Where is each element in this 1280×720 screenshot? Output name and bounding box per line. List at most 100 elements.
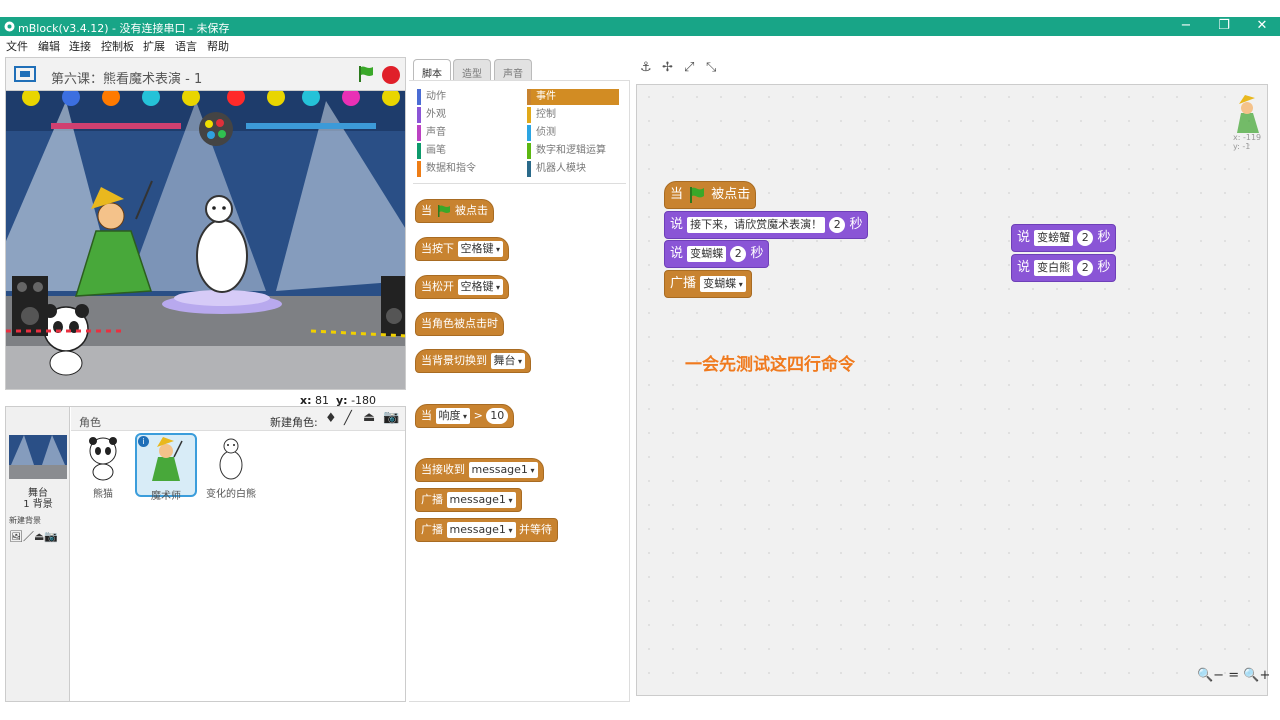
- maximize-button[interactable]: ❐: [1214, 18, 1234, 33]
- upload-sprite-icon[interactable]: ⏏: [363, 410, 375, 425]
- scripts-area[interactable]: x: -119 y: -1: [636, 84, 1268, 696]
- sensor-dropdown[interactable]: 响度: [435, 408, 471, 424]
- paint-backdrop-icon[interactable]: ／: [23, 530, 34, 543]
- stage-thumbnail[interactable]: [9, 435, 67, 479]
- sprite-thumb-polar-bear[interactable]: 变化的白熊: [200, 433, 262, 500]
- backdrop-count: 1 背景: [23, 499, 53, 510]
- sprite-name: 变化的白熊: [206, 489, 256, 500]
- script-when-flag-clicked[interactable]: 当 被点击: [664, 181, 757, 209]
- say-secs-4[interactable]: 2: [1077, 259, 1094, 276]
- palette-broadcast-and-wait[interactable]: 广播 message1 并等待: [415, 518, 558, 542]
- sprites-panel: 舞台 1 背景 新建背景 🖼／⏏📷 角色 新建角色: ♦ ╱ ⏏ 📷 熊猫 i …: [5, 406, 406, 702]
- palette-when-backdrop-switches[interactable]: 当背景切换到 舞台: [415, 349, 532, 373]
- say-text-field-1[interactable]: 接下来，请欣赏魔术表演！: [687, 216, 826, 233]
- sprite-position: x: -119 y: -1: [1233, 133, 1262, 151]
- duplicate-icon[interactable]: ⚓: [640, 60, 652, 75]
- palette-when-key-pressed[interactable]: 当按下 空格键: [415, 237, 510, 261]
- zoom-out-icon[interactable]: 🔍−: [1197, 668, 1224, 683]
- camera-backdrop-icon[interactable]: 📷: [44, 530, 58, 543]
- broadcast-wait-dropdown[interactable]: message1: [446, 522, 516, 538]
- sprite-thumb-magician[interactable]: i 魔术师: [135, 433, 197, 502]
- say-secs-3[interactable]: 2: [1077, 229, 1094, 246]
- script-broadcast-block[interactable]: 广播 变蝴蝶: [664, 270, 752, 298]
- broadcast-message-dropdown[interactable]: 变蝴蝶: [700, 275, 746, 292]
- script-say-block-1[interactable]: 说 接下来，请欣赏魔术表演！ 2 秒: [664, 211, 869, 239]
- menu-edit[interactable]: 编辑: [38, 38, 60, 54]
- minimize-button[interactable]: −: [1176, 18, 1196, 33]
- paint-sprite-icon[interactable]: ╱: [344, 411, 352, 426]
- backdrop-dropdown[interactable]: 舞台: [490, 353, 526, 369]
- script-say-block-4[interactable]: 说 变白熊 2 秒: [1011, 254, 1117, 282]
- category-pen[interactable]: 画笔: [417, 143, 521, 159]
- category-looks[interactable]: 外观: [417, 107, 521, 123]
- menu-board[interactable]: 控制板: [101, 38, 134, 54]
- say-secs-2[interactable]: 2: [730, 245, 747, 262]
- category-data[interactable]: 数据和指令: [417, 161, 521, 177]
- new-sprite-label: 新建角色:: [270, 416, 318, 429]
- tab-scripts[interactable]: 脚本: [413, 59, 451, 82]
- stage-canvas[interactable]: [5, 90, 406, 390]
- category-sound[interactable]: 声音: [417, 125, 521, 141]
- loudness-value[interactable]: 10: [486, 408, 509, 424]
- menu-file[interactable]: 文件: [6, 38, 28, 54]
- key-release-dropdown[interactable]: 空格键: [457, 279, 504, 295]
- green-flag-icon[interactable]: [356, 64, 376, 84]
- stop-button[interactable]: [382, 66, 400, 84]
- category-operators[interactable]: 数字和逻辑运算: [527, 143, 619, 159]
- key-dropdown[interactable]: 空格键: [457, 241, 504, 257]
- menu-connect[interactable]: 连接: [69, 38, 91, 54]
- info-icon[interactable]: i: [138, 436, 149, 447]
- sprites-label: 角色: [79, 416, 101, 429]
- menu-language[interactable]: 语言: [175, 38, 197, 54]
- zoom-in-icon[interactable]: 🔍+: [1243, 668, 1270, 683]
- palette-when-i-receive[interactable]: 当接收到 message1: [415, 458, 544, 482]
- backdrop-library-icon[interactable]: 🖼: [9, 530, 23, 543]
- palette-when-sprite-clicked[interactable]: 当角色被点击时: [415, 312, 504, 336]
- say-text-field-2[interactable]: 变蝴蝶: [687, 245, 727, 262]
- category-motion[interactable]: 动作: [417, 89, 521, 105]
- grow-icon[interactable]: ⤢: [684, 60, 694, 75]
- stage-thumbnail-column: 舞台 1 背景 新建背景 🖼／⏏📷: [6, 407, 70, 701]
- script-say-block-2[interactable]: 说 变蝴蝶 2 秒: [664, 240, 770, 268]
- project-title: 第六课：熊看魔术表演 - 1: [51, 72, 203, 87]
- new-backdrop-label: 新建背景: [9, 516, 41, 525]
- title-bar: mBlock(v3.4.12) - 没有连接串口 - 未保存 − ❐ ✕: [0, 17, 1280, 36]
- category-events[interactable]: 事件: [527, 89, 619, 105]
- fullscreen-icon[interactable]: [14, 66, 36, 82]
- close-button[interactable]: ✕: [1252, 18, 1272, 33]
- palette-when-key-released[interactable]: 当松开 空格键: [415, 275, 510, 299]
- stage-scene: [6, 91, 405, 389]
- sprite-name: 魔术师: [151, 491, 181, 502]
- zoom-reset-icon[interactable]: =: [1228, 668, 1239, 683]
- current-sprite-icon: [1237, 95, 1259, 133]
- say-text-field-3[interactable]: 变螃蟹: [1034, 229, 1074, 246]
- broadcast-dropdown[interactable]: message1: [446, 492, 516, 508]
- panda-sprite: [43, 304, 89, 376]
- block-palette: 动作 事件 外观 控制 声音 侦测 画笔 数字和逻辑运算 数据和指令 机器人模块…: [409, 80, 630, 702]
- window-title: mBlock(v3.4.12) - 没有连接串口 - 未保存: [18, 22, 230, 35]
- palette-when-loudness[interactable]: 当 响度 > 10: [415, 404, 515, 428]
- menu-help[interactable]: 帮助: [207, 38, 229, 54]
- menu-extensions[interactable]: 扩展: [143, 38, 165, 54]
- message-dropdown[interactable]: message1: [468, 462, 538, 478]
- sprite-thumb-panda[interactable]: 熊猫: [72, 433, 134, 500]
- category-robots[interactable]: 机器人模块: [527, 161, 619, 177]
- camera-sprite-icon[interactable]: 📷: [383, 410, 399, 425]
- stage-header: 第六课：熊看魔术表演 - 1: [5, 57, 406, 90]
- tab-costumes[interactable]: 造型: [453, 59, 491, 81]
- menu-bar: 文件 编辑 连接 控制板 扩展 语言 帮助: [0, 36, 1280, 53]
- category-control[interactable]: 控制: [527, 107, 619, 123]
- upload-backdrop-icon[interactable]: ⏏: [34, 530, 44, 543]
- shrink-icon[interactable]: ⤡: [706, 60, 716, 75]
- mblock-logo-icon: [4, 21, 15, 32]
- green-flag-icon: [690, 186, 705, 203]
- say-text-field-4[interactable]: 变白熊: [1034, 259, 1074, 276]
- script-say-block-3[interactable]: 说 变螃蟹 2 秒: [1011, 224, 1117, 252]
- say-secs-1[interactable]: 2: [829, 216, 846, 233]
- delete-icon[interactable]: ✢: [662, 60, 673, 75]
- palette-when-flag-clicked[interactable]: 当 被点击: [415, 199, 494, 223]
- palette-broadcast[interactable]: 广播 message1: [415, 488, 522, 512]
- tab-sounds[interactable]: 声音: [494, 59, 532, 81]
- category-sensing[interactable]: 侦测: [527, 125, 619, 141]
- sprite-library-icon[interactable]: ♦: [325, 411, 337, 426]
